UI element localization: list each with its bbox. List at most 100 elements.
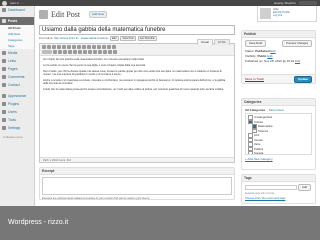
- editor-paragraph: Non è facile, per chi ha vissuto quella …: [43, 69, 222, 76]
- undo-icon[interactable]: [103, 50, 107, 54]
- status-label: Status:: [245, 49, 255, 53]
- posts-submenu: All Posts Add New Categories Tags: [0, 25, 34, 49]
- outdent-icon[interactable]: [93, 50, 97, 54]
- view-post-button[interactable]: View Post: [120, 36, 136, 41]
- category-label: Scienza: [258, 128, 268, 133]
- help-icon[interactable]: [113, 50, 117, 54]
- edit-date-link[interactable]: Edit: [295, 59, 300, 63]
- edit-visibility-link[interactable]: Edit: [267, 54, 272, 58]
- bold-icon[interactable]: [42, 45, 46, 49]
- sidebar-item-dashboard[interactable]: Dashboard: [0, 6, 34, 14]
- sidebar-item-tools[interactable]: Tools: [0, 116, 34, 124]
- editor-paragraph: Lo ha scritto un uomo che ha perso la su…: [43, 63, 146, 67]
- sidebar-item-settings[interactable]: Settings: [0, 124, 34, 132]
- admin-bar-search-input[interactable]: [299, 1, 317, 5]
- tab-html[interactable]: HTML: [213, 39, 230, 45]
- publish-footer: Move to Trash Update: [242, 74, 315, 83]
- indent-icon[interactable]: [98, 50, 102, 54]
- tags-title[interactable]: Tags: [242, 175, 315, 182]
- tab-most-used[interactable]: Most Used: [269, 108, 283, 112]
- collapse-menu-button[interactable]: Collapse menu: [0, 135, 34, 139]
- paste-word-icon[interactable]: [73, 50, 77, 54]
- excerpt-textarea[interactable]: [42, 177, 232, 195]
- add-tag-button[interactable]: Add: [298, 184, 311, 191]
- publish-actions: Save Draft Preview Changes: [242, 38, 315, 49]
- sidebar-item-label: Settings: [8, 126, 21, 130]
- media-icon: [2, 51, 6, 55]
- editor-status-bar: Path: p Word count: 412: [40, 157, 234, 162]
- redo-icon[interactable]: [108, 50, 112, 54]
- kitchen-sink-icon[interactable]: [112, 45, 116, 49]
- avatar[interactable]: [260, 8, 271, 19]
- paste-text-icon[interactable]: [68, 50, 72, 54]
- link-insert-icon[interactable]: [87, 45, 91, 49]
- permalink-url[interactable]: http://www.rizzo.it/...matematica-funebr…: [54, 36, 108, 40]
- sidebar-item-pages[interactable]: Pages: [0, 65, 34, 73]
- edit-status-link[interactable]: Edit: [270, 49, 275, 53]
- tab-all-categories[interactable]: All Categories: [245, 108, 265, 112]
- media-embed-icon[interactable]: [83, 50, 87, 54]
- italic-icon[interactable]: [47, 45, 51, 49]
- dashboard-icon: [2, 8, 6, 12]
- tag-input[interactable]: [245, 185, 297, 190]
- categories-title[interactable]: Categories: [242, 99, 315, 106]
- sidebar-item-users[interactable]: Users: [0, 108, 34, 116]
- posts-page-icon: [39, 10, 48, 19]
- align-right-icon[interactable]: [82, 45, 86, 49]
- get-shortlink-button[interactable]: Get Shortlink: [137, 36, 157, 41]
- sidebar-item-appearance[interactable]: Appearance: [0, 92, 34, 100]
- spellcheck-icon[interactable]: [102, 45, 106, 49]
- special-char-icon[interactable]: [88, 50, 92, 54]
- justify-icon[interactable]: [58, 50, 62, 54]
- publish-title[interactable]: Publish: [242, 31, 315, 38]
- update-button[interactable]: Update: [293, 75, 312, 83]
- align-center-icon[interactable]: [77, 45, 81, 49]
- excerpt-box: Excerpt Excerpts are optional hand-craft…: [39, 167, 235, 200]
- add-new-button[interactable]: Add New: [89, 11, 108, 18]
- sidebar-item-label: Plugins: [8, 102, 20, 106]
- sidebar-item-label: Appearance: [8, 94, 27, 98]
- sidebar-item-links[interactable]: Links: [0, 57, 34, 65]
- align-left-icon[interactable]: [72, 45, 76, 49]
- post-title-input[interactable]: Usiamo dalla gabbia della matematica fun…: [39, 25, 235, 35]
- visibility-label: Visibility:: [245, 54, 257, 58]
- visibility-value: Public: [257, 54, 267, 58]
- strikethrough-icon[interactable]: [52, 45, 56, 49]
- move-to-trash-link[interactable]: Move to Trash: [245, 77, 264, 81]
- preview-button[interactable]: Preview Changes: [282, 40, 312, 47]
- howdy-user[interactable]: Howdy, Maurizio: [274, 1, 296, 5]
- sidebar-item-plugins[interactable]: Plugins: [0, 100, 34, 108]
- unlink-icon[interactable]: [92, 45, 96, 49]
- format-select[interactable]: [42, 50, 52, 54]
- wordpress-logo-icon[interactable]: [2, 0, 7, 6]
- sidebar-item-label: Contact: [8, 83, 20, 87]
- sidebar-item-media[interactable]: Media: [0, 49, 34, 57]
- clear-format-icon[interactable]: [78, 50, 82, 54]
- slide-caption: Wordpress - rizzo.it: [8, 219, 69, 226]
- log-out-link[interactable]: Log Out: [273, 14, 290, 17]
- save-draft-button[interactable]: Save Draft: [245, 40, 267, 47]
- more-tag-icon[interactable]: [97, 45, 101, 49]
- sidebar-item-comments[interactable]: Comments: [0, 73, 34, 81]
- tag-input-row: Add: [245, 184, 312, 191]
- permalink-row: Permalink: http://www.rizzo.it/...matema…: [39, 36, 157, 41]
- sidebar-item-contact[interactable]: Contact: [0, 81, 34, 89]
- wrench-icon: [2, 118, 6, 122]
- fullscreen-icon[interactable]: [107, 45, 111, 49]
- bullet-list-icon[interactable]: [57, 45, 61, 49]
- sidebar-item-label: Posts: [8, 19, 18, 23]
- text-color-icon[interactable]: [63, 50, 67, 54]
- blockquote-icon[interactable]: [67, 45, 71, 49]
- excerpt-title[interactable]: Excerpt: [40, 168, 234, 175]
- tab-visual[interactable]: Visual: [196, 39, 213, 45]
- sidebar-item-label: Links: [8, 59, 16, 63]
- choose-tags-link[interactable]: Choose from the most used tags: [242, 195, 315, 201]
- edit-permalink-button[interactable]: Edit: [110, 36, 119, 41]
- editor-content[interactable]: Ieri il Fatto del mio articolo sulla mat…: [40, 56, 234, 96]
- add-new-category-link[interactable]: + Add New Category: [242, 155, 315, 163]
- editor-paragraph: Ieri il Fatto del mio articolo sulla mat…: [43, 58, 145, 61]
- numbered-list-icon[interactable]: [62, 45, 66, 49]
- tags-box: Tags Add Separate tags with commas Choos…: [241, 174, 316, 204]
- underline-icon[interactable]: [53, 50, 57, 54]
- sidebar-item-posts[interactable]: Posts: [0, 17, 34, 25]
